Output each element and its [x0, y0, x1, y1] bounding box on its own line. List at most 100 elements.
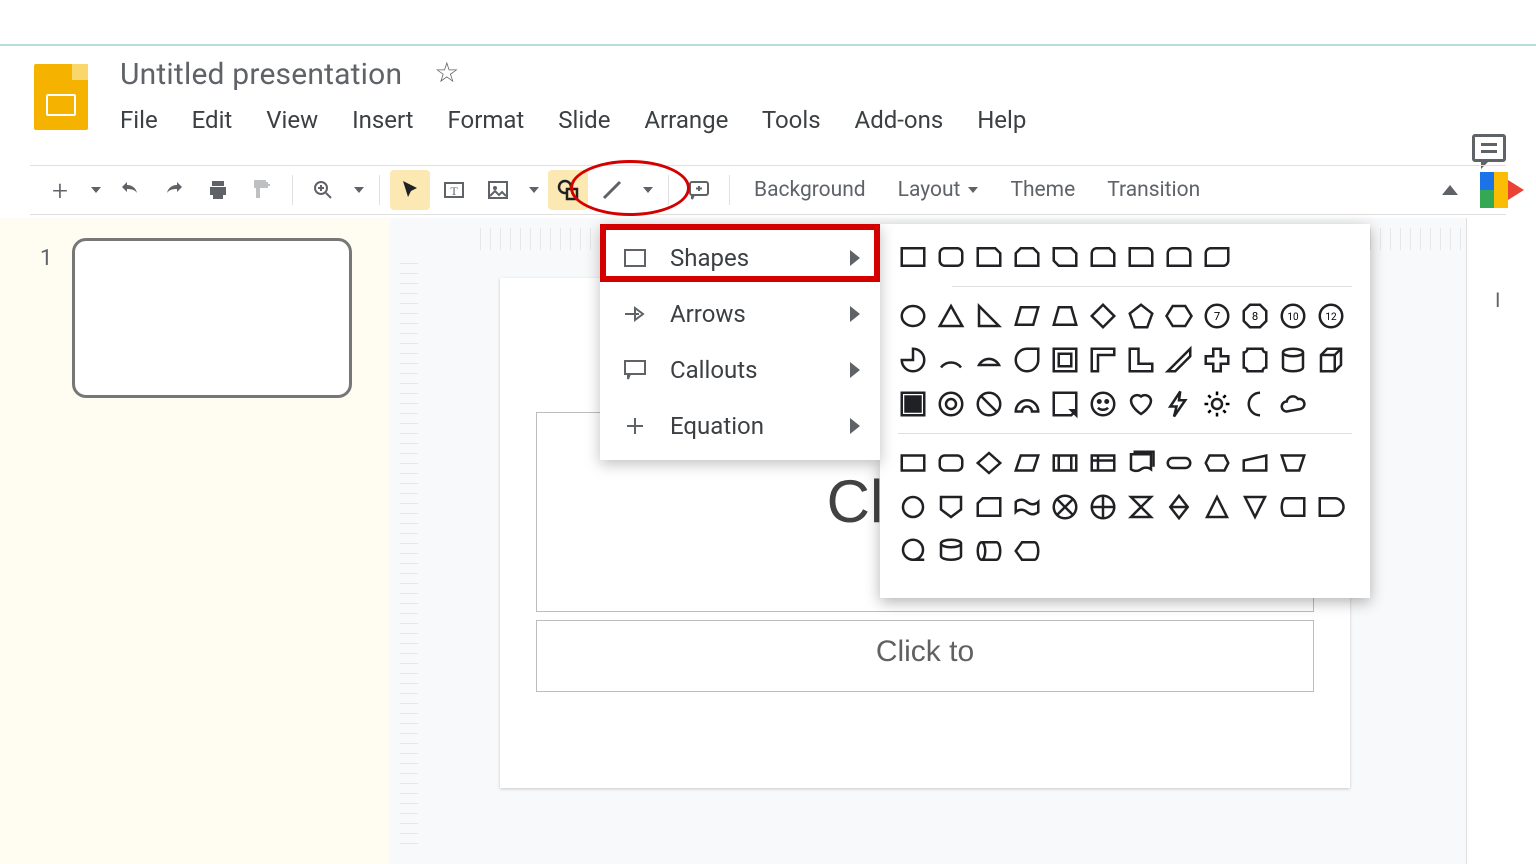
shape-smiley[interactable] [1088, 389, 1118, 419]
shape-fc-terminator[interactable] [1164, 448, 1194, 478]
menu-format[interactable]: Format [447, 106, 524, 134]
shape-tool[interactable] [548, 170, 588, 210]
shape-snip-diag[interactable] [1050, 242, 1080, 272]
shape-fc-collate[interactable] [1126, 492, 1156, 522]
shape-fc-sort[interactable] [1164, 492, 1194, 522]
shape-fc-or[interactable] [1088, 492, 1118, 522]
slide-thumbnail-1[interactable] [72, 238, 352, 398]
document-title[interactable]: Untitled presentation [120, 57, 402, 92]
shape-rectangle[interactable] [898, 242, 928, 272]
zoom-button[interactable] [303, 170, 343, 210]
shape-round-top[interactable] [1164, 242, 1194, 272]
shape-fc-decision[interactable] [974, 448, 1004, 478]
shape-arc[interactable] [936, 345, 966, 375]
shape-fc-internal[interactable] [1088, 448, 1118, 478]
shape-diag-stripe[interactable] [1164, 345, 1194, 375]
shape-heptagon[interactable]: 7 [1202, 301, 1232, 331]
shape-pie[interactable] [898, 345, 928, 375]
shape-block-arc[interactable] [1012, 389, 1042, 419]
shape-fc-stored[interactable] [1278, 492, 1308, 522]
menu-insert[interactable]: Insert [352, 106, 413, 134]
shape-right-triangle[interactable] [974, 301, 1004, 331]
select-tool[interactable] [390, 170, 430, 210]
shape-lightning[interactable] [1164, 389, 1194, 419]
shape-hexagon[interactable] [1164, 301, 1194, 331]
comment-button[interactable] [679, 170, 719, 210]
shape-round-diag[interactable] [1202, 242, 1232, 272]
shape-fc-magnetic[interactable] [936, 536, 966, 566]
shape-pentagon[interactable] [1126, 301, 1156, 331]
shape-snip-corner[interactable] [974, 242, 1004, 272]
slides-logo[interactable] [34, 64, 88, 124]
line-dropdown[interactable] [636, 170, 658, 210]
shape-fc-predefined[interactable] [1050, 448, 1080, 478]
shape-fc-process[interactable] [898, 448, 928, 478]
shape-fc-document2[interactable] [1126, 448, 1156, 478]
shape-sun[interactable] [1202, 389, 1232, 419]
shape-octagon[interactable]: 8 [1240, 301, 1270, 331]
shape-bevel[interactable] [898, 389, 928, 419]
shape-frame[interactable] [1050, 345, 1080, 375]
menu-item-arrows[interactable]: Arrows [600, 286, 880, 342]
shape-fc-seq[interactable] [898, 536, 928, 566]
transition-button[interactable]: Transition [1093, 178, 1214, 202]
shape-can[interactable] [1278, 345, 1308, 375]
shape-plaque[interactable] [1240, 345, 1270, 375]
shape-fc-delay[interactable] [1316, 492, 1346, 522]
menu-arrange[interactable]: Arrange [644, 106, 728, 134]
shape-parallelogram[interactable] [1012, 301, 1042, 331]
shape-snip-top[interactable] [1012, 242, 1042, 272]
zoom-dropdown[interactable] [347, 170, 369, 210]
shape-rounded-rectangle[interactable] [936, 242, 966, 272]
shape-donut[interactable] [936, 389, 966, 419]
shape-fc-altprocess[interactable] [936, 448, 966, 478]
shape-cube[interactable] [1316, 345, 1346, 375]
shape-round-one[interactable] [1126, 242, 1156, 272]
comments-icon[interactable] [1472, 134, 1506, 162]
menu-item-equation[interactable]: Equation [600, 398, 880, 454]
menu-slide[interactable]: Slide [558, 106, 610, 134]
undo-button[interactable] [110, 170, 150, 210]
new-slide-button[interactable]: + [40, 170, 80, 210]
menu-edit[interactable]: Edit [192, 106, 233, 134]
shape-no-symbol[interactable] [974, 389, 1004, 419]
shape-fc-data[interactable] [1012, 448, 1042, 478]
subtitle-placeholder[interactable]: Click to [536, 620, 1314, 692]
shape-teardrop[interactable] [1012, 345, 1042, 375]
shape-fc-card[interactable] [974, 492, 1004, 522]
paint-format-button[interactable] [242, 170, 282, 210]
shape-fc-connector[interactable] [898, 492, 928, 522]
shape-oval[interactable] [898, 301, 928, 331]
menu-addons[interactable]: Add-ons [855, 106, 944, 134]
shape-fc-sum[interactable] [1050, 492, 1080, 522]
theme-button[interactable]: Theme [996, 178, 1089, 202]
shape-snip-round[interactable] [1088, 242, 1118, 272]
shape-decagon[interactable]: 10 [1278, 301, 1308, 331]
new-slide-dropdown[interactable] [84, 170, 106, 210]
shape-fc-preparation[interactable] [1202, 448, 1232, 478]
menu-tools[interactable]: Tools [762, 106, 821, 134]
shape-fc-manual-op[interactable] [1278, 448, 1308, 478]
shape-fc-tape[interactable] [1012, 492, 1042, 522]
shape-dodecagon[interactable]: 12 [1316, 301, 1346, 331]
shape-trapezoid[interactable] [1050, 301, 1080, 331]
line-tool[interactable] [592, 170, 632, 210]
shape-l-shape[interactable] [1126, 345, 1156, 375]
shape-chord[interactable] [974, 345, 1004, 375]
menu-item-shapes[interactable]: Shapes [600, 230, 880, 286]
textbox-tool[interactable]: T [434, 170, 474, 210]
shape-cloud[interactable] [1278, 389, 1308, 419]
shape-moon[interactable] [1240, 389, 1270, 419]
shape-fc-merge[interactable] [1240, 492, 1270, 522]
shape-cross[interactable] [1202, 345, 1232, 375]
shape-folded-corner[interactable] [1050, 389, 1080, 419]
collapse-toolbar-icon[interactable] [1442, 185, 1458, 195]
shape-fc-offpage[interactable] [936, 492, 966, 522]
shape-fc-extract[interactable] [1202, 492, 1232, 522]
shape-diamond[interactable] [1088, 301, 1118, 331]
layout-button[interactable]: Layout [884, 178, 993, 202]
menu-help[interactable]: Help [977, 106, 1026, 134]
shape-half-frame[interactable] [1088, 345, 1118, 375]
redo-button[interactable] [154, 170, 194, 210]
background-button[interactable]: Background [740, 178, 880, 202]
